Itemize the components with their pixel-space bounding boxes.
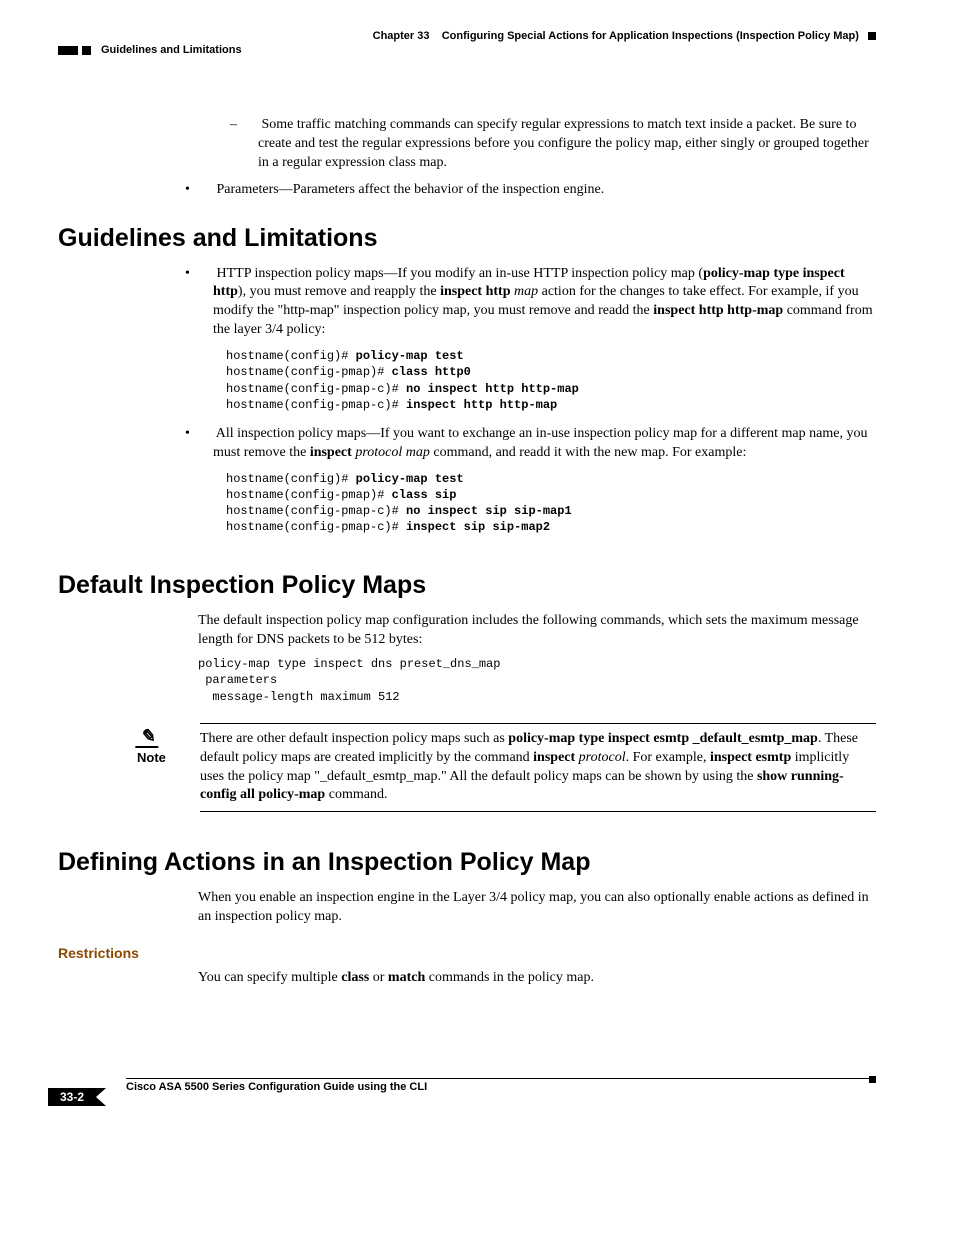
note-label: Note: [137, 750, 166, 765]
chapter-title: Configuring Special Actions for Applicat…: [442, 30, 859, 42]
section-heading-default-maps: Default Inspection Policy Maps: [58, 571, 876, 600]
intro-params-bullet-text: Parameters—Parameters affect the behavio…: [217, 182, 605, 197]
chapter-number: Chapter 33: [373, 30, 430, 42]
code-block-2: hostname(config)# policy-map test hostna…: [226, 471, 876, 536]
guidelines-bullet-1: HTTP inspection policy maps—If you modif…: [213, 265, 876, 341]
gb2-text: All inspection policy maps—If you want t…: [213, 426, 867, 460]
running-section-title: Guidelines and Limitations: [101, 44, 242, 56]
note-body: There are other default inspection polic…: [200, 723, 876, 812]
gb1-text: HTTP inspection policy maps—If you modif…: [213, 266, 873, 338]
running-section-row: Guidelines and Limitations: [58, 44, 876, 56]
intro-sub-bullet-text: Some traffic matching commands can speci…: [258, 117, 869, 170]
default-maps-paragraph: The default inspection policy map config…: [198, 612, 876, 650]
header-marker-icon: [868, 32, 876, 40]
subsection-heading-restrictions: Restrictions: [58, 945, 876, 961]
header-bar-icon: [58, 46, 78, 55]
section-heading-defining-actions: Defining Actions in an Inspection Policy…: [58, 848, 876, 877]
guidelines-bullet-2: All inspection policy maps—If you want t…: [213, 425, 876, 463]
page-number: 33-2: [48, 1088, 96, 1106]
code-block-3: policy-map type inspect dns preset_dns_m…: [198, 656, 876, 705]
restrictions-paragraph: You can specify multiple class or match …: [198, 969, 876, 988]
footer-marker-icon: [869, 1076, 876, 1083]
defining-actions-paragraph: When you enable an inspection engine in …: [198, 889, 876, 927]
note-pen-icon: ✎: [135, 727, 162, 748]
header-square-icon: [82, 46, 91, 55]
page-footer: Cisco ASA 5500 Series Configuration Guid…: [58, 1078, 876, 1093]
code-block-1: hostname(config)# policy-map test hostna…: [226, 348, 876, 413]
footer-doc-title: Cisco ASA 5500 Series Configuration Guid…: [126, 1079, 876, 1093]
intro-params-bullet: Parameters—Parameters affect the behavio…: [213, 181, 876, 200]
note-block: ✎ Note There are other default inspectio…: [136, 723, 876, 813]
intro-sub-bullet: Some traffic matching commands can speci…: [258, 116, 876, 173]
page-header: Chapter 33 Configuring Special Actions f…: [58, 30, 876, 42]
section-heading-guidelines: Guidelines and Limitations: [58, 224, 876, 253]
